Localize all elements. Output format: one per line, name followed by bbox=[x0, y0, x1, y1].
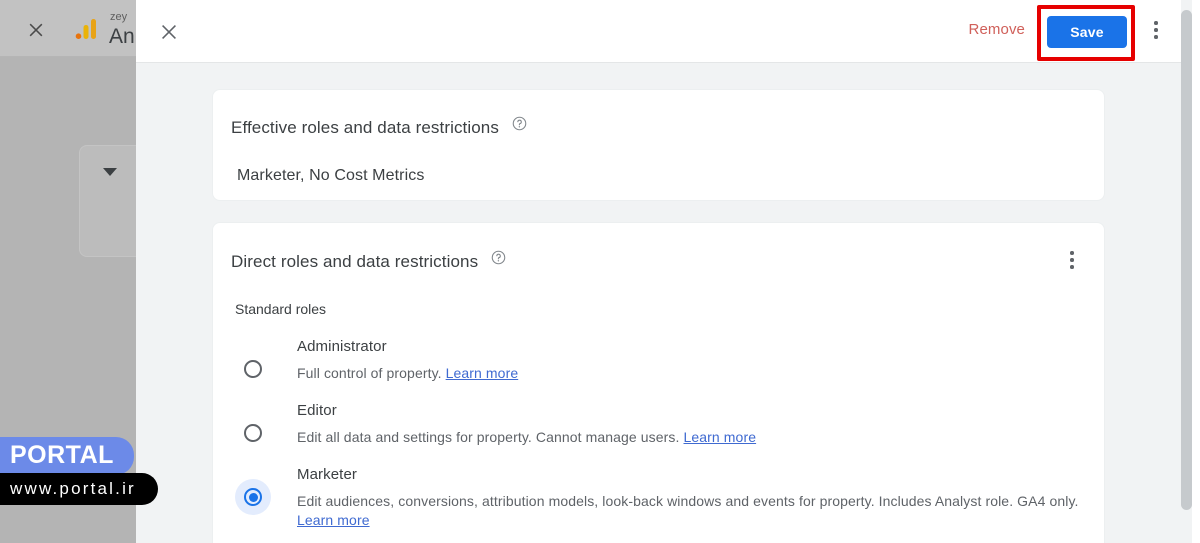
dialog-body: Effective roles and data restrictions Ma… bbox=[136, 63, 1200, 543]
watermark-brand: PORTAL bbox=[0, 437, 134, 475]
effective-roles-title-text: Effective roles and data restrictions bbox=[231, 118, 499, 137]
scrollbar-thumb[interactable] bbox=[1181, 10, 1192, 510]
learn-more-link[interactable]: Learn more bbox=[297, 512, 370, 528]
effective-roles-title: Effective roles and data restrictions bbox=[231, 116, 527, 138]
more-vert-icon[interactable] bbox=[1062, 251, 1082, 273]
help-circle-icon[interactable] bbox=[512, 116, 527, 131]
radio-editor[interactable] bbox=[235, 415, 271, 451]
learn-more-link[interactable]: Learn more bbox=[684, 429, 757, 445]
google-analytics-logo bbox=[74, 17, 98, 41]
role-description: Edit audiences, conversions, attribution… bbox=[297, 492, 1087, 530]
role-description: Full control of property. Learn more bbox=[297, 364, 1087, 383]
role-description-text: Edit all data and settings for property.… bbox=[297, 429, 684, 445]
close-icon[interactable] bbox=[26, 20, 46, 40]
user-permissions-dialog: Remove Save Effective roles and data res… bbox=[136, 0, 1200, 543]
role-name: Marketer bbox=[297, 465, 1087, 485]
effective-roles-value: Marketer, No Cost Metrics bbox=[237, 167, 424, 185]
more-vert-icon[interactable] bbox=[1146, 21, 1166, 43]
direct-roles-title: Direct roles and data restrictions bbox=[231, 250, 506, 272]
role-text: Editor Edit all data and settings for pr… bbox=[297, 401, 1087, 447]
background-account-name: zey bbox=[110, 11, 127, 23]
panel-right-edge bbox=[1192, 0, 1200, 543]
dialog-header: Remove Save bbox=[136, 0, 1200, 63]
background-topbar: zey An bbox=[0, 0, 136, 57]
radio-administrator[interactable] bbox=[235, 351, 271, 387]
chevron-down-icon bbox=[103, 168, 117, 176]
watermark-url: www.portal.ir bbox=[0, 473, 158, 505]
effective-roles-card: Effective roles and data restrictions Ma… bbox=[212, 89, 1105, 201]
role-text: Administrator Full control of property. … bbox=[297, 337, 1087, 383]
save-button[interactable]: Save bbox=[1047, 16, 1127, 48]
remove-button[interactable]: Remove bbox=[969, 21, 1025, 38]
screen: zey An Remove Save Effect bbox=[0, 0, 1200, 543]
role-name: Editor bbox=[297, 401, 1087, 421]
direct-roles-title-text: Direct roles and data restrictions bbox=[231, 252, 478, 271]
learn-more-link[interactable]: Learn more bbox=[446, 365, 519, 381]
standard-roles-label: Standard roles bbox=[235, 301, 326, 317]
role-description-text: Full control of property. bbox=[297, 365, 446, 381]
radio-marketer[interactable] bbox=[235, 479, 271, 515]
role-description: Edit all data and settings for property.… bbox=[297, 428, 1087, 447]
background-card bbox=[79, 145, 136, 257]
background-property-name: An bbox=[109, 25, 135, 49]
role-description-text: Edit audiences, conversions, attribution… bbox=[297, 493, 1079, 509]
direct-roles-card: Direct roles and data restrictions Stand… bbox=[212, 222, 1105, 543]
role-name: Administrator bbox=[297, 337, 1087, 357]
help-circle-icon[interactable] bbox=[491, 250, 506, 265]
close-icon[interactable] bbox=[158, 21, 180, 43]
role-text: Marketer Edit audiences, conversions, at… bbox=[297, 465, 1087, 530]
